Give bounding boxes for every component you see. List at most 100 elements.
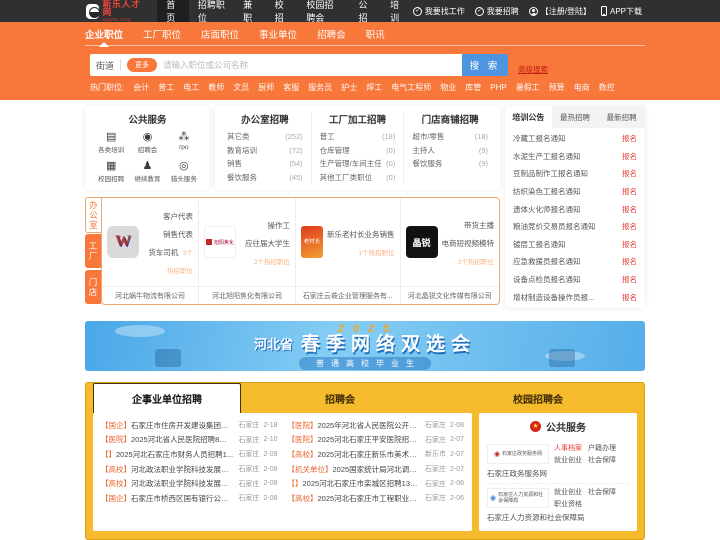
category-link[interactable]: 生产管理/车间主任 (0)	[320, 157, 396, 171]
company-card[interactable]: 老村长 新乐老村长业务销售 1个热招职位 石家庄云莜企业管理服务有...	[295, 198, 400, 304]
spring-fair-banner[interactable]: 2 0 2 5 河北省 春季网络双选会 普通高校毕业生	[85, 321, 645, 371]
nav-jobs[interactable]: 招聘职位	[189, 0, 234, 23]
advanced-search-link[interactable]: 高级搜索	[518, 64, 548, 76]
subnav-store-jobs[interactable]: 店面职位	[201, 22, 239, 46]
category-link[interactable]: 普工 (18)	[320, 130, 396, 144]
showcase-tab-office[interactable]: 办公室	[85, 197, 101, 233]
hot-keyword[interactable]: 会计	[133, 82, 149, 93]
tab-training-notice[interactable]: 培训公告	[505, 106, 552, 128]
tab-enterprise-recruit[interactable]: 企事业单位招聘	[93, 383, 241, 413]
apply-link[interactable]: 报名	[622, 221, 637, 232]
apply-link[interactable]: 报名	[622, 151, 637, 162]
listing-row[interactable]: 【高校】 河北政法职业学院科技发展中心... 石家庄 2-08	[101, 476, 278, 491]
service-education[interactable]: ♟ 继续教育	[129, 160, 165, 183]
nav-parttime[interactable]: 兼职	[234, 0, 266, 23]
service-rpo[interactable]: ⁂ rpo	[166, 131, 202, 154]
listing-row[interactable]: 【机关单位】2025国家统计局河北调查总队公... 石家庄2-07	[288, 462, 465, 477]
tab-campus-fair[interactable]: 校园招聘会	[439, 383, 637, 413]
listing-row[interactable]: 【国企】 石家庄市桥西区国有银行公开招... 石家庄 2-08	[101, 491, 278, 506]
hot-keyword[interactable]: 电气工程师	[391, 82, 431, 93]
apply-link[interactable]: 报名	[622, 274, 637, 285]
site-logo[interactable]: 新乐人才网 xjxxlrc.com	[86, 0, 143, 22]
search-button[interactable]: 搜 索	[462, 54, 508, 76]
hot-keyword[interactable]: 教师	[208, 82, 224, 93]
apply-link[interactable]: 报名	[622, 204, 637, 215]
subnav-company-jobs[interactable]: 企业职位	[85, 22, 123, 46]
apply-link[interactable]: 报名	[622, 292, 637, 303]
hot-keyword[interactable]: 数控	[599, 82, 615, 93]
listing-row[interactable]: 【高校】 河北政法职业学院科技发展中心... 石家庄 2-08	[101, 462, 278, 477]
app-download-link[interactable]: APP下载	[600, 6, 642, 17]
hot-keyword[interactable]: 普工	[158, 82, 174, 93]
gov-tag[interactable]: 职业资格	[554, 499, 582, 509]
hot-keyword[interactable]: 文员	[233, 82, 249, 93]
category-link[interactable]: 销售 (54)	[227, 157, 303, 171]
category-link[interactable]: 超市/零售 (18)	[412, 130, 488, 144]
listing-row[interactable]: 【医院】 2025河北石家庄平安医院招聘36... 石家庄 2-07	[288, 433, 465, 448]
hot-keyword[interactable]: 服务员	[308, 82, 332, 93]
apply-link[interactable]: 报名	[622, 133, 637, 144]
nav-training[interactable]: 培训	[381, 0, 413, 23]
category-link[interactable]: 仓库管理 (0)	[320, 144, 396, 158]
service-training[interactable]: ▤ 各类培训	[93, 131, 129, 154]
hot-keyword[interactable]: PHP	[490, 83, 506, 92]
search-input[interactable]	[163, 60, 456, 70]
hot-keyword[interactable]: 客服	[283, 82, 299, 93]
company-card[interactable]: 旭阳焦化 操作工 应往届大学生 2个热招职位 河北旭阳焦化有限公司	[198, 198, 295, 304]
hot-keyword[interactable]: 护士	[341, 82, 357, 93]
hot-keyword[interactable]: 暑假工	[516, 82, 540, 93]
subnav-job-news[interactable]: 职讯	[366, 22, 385, 46]
nav-home[interactable]: 首页	[157, 0, 189, 23]
listing-row[interactable]: 【】 2025河北石家庄市财务人员招聘1... 石家庄 2-09	[101, 447, 278, 462]
nav-campus[interactable]: 校招	[266, 0, 298, 23]
service-headhunt[interactable]: ◎ 猎头服务	[166, 160, 202, 183]
hot-keyword[interactable]: 厨师	[258, 82, 274, 93]
tab-newest-jobs[interactable]: 最新招聘	[598, 106, 645, 128]
apply-link[interactable]: 报名	[622, 168, 637, 179]
listing-row[interactable]: 【高校】 2025河北石家庄新乐市美术学院... 新乐市 2-07	[288, 447, 465, 462]
hot-keyword[interactable]: 电工	[183, 82, 199, 93]
hot-keyword[interactable]: 库管	[465, 82, 481, 93]
showcase-tab-factory[interactable]: 工厂	[85, 234, 101, 268]
category-link[interactable]: 其它类 (252)	[227, 130, 303, 144]
listing-row[interactable]: 【】 2025河北石家庄市栾城区招聘131... 石家庄 2-06	[288, 476, 465, 491]
apply-link[interactable]: 报名	[622, 256, 637, 267]
region-selector[interactable]: 街道	[96, 59, 114, 72]
gov-site-logo[interactable]: ◉ 石家庄政务服务网	[487, 444, 549, 464]
listing-row[interactable]: 【国企】 石家庄市住房开发建设集团有限... 石家庄 2-18	[101, 418, 278, 433]
listing-row[interactable]: 【医院】 2025河北省人民医院招聘8人公告 石家庄 2-10	[101, 433, 278, 448]
gov-site-logo[interactable]: ◉ 石家庄人力资源和社会保障局	[487, 488, 549, 508]
showcase-tab-store[interactable]: 门店	[85, 270, 101, 304]
gov-tag[interactable]: 户籍办理	[588, 443, 616, 453]
hot-keyword[interactable]: 物业	[440, 82, 456, 93]
apply-link[interactable]: 报名	[622, 239, 637, 250]
category-link[interactable]: 餐饮服务 (9)	[412, 157, 488, 171]
company-card[interactable]: 晶锐 带货主播 电商短视频模特 2个热招职位 河北晶锐文化传媒有限公司	[399, 198, 499, 304]
service-campus[interactable]: ▦ 校园招聘	[93, 160, 129, 183]
category-link[interactable]: 主持人 (9)	[412, 144, 488, 158]
category-link[interactable]: 教育培训 (72)	[227, 144, 303, 158]
company-card[interactable]: W 客户代表 销售代表 货车司机 3个热招职位 河北蜗牛物流有限公司	[102, 198, 198, 304]
category-link[interactable]: 其他工厂类职位 (0)	[320, 171, 396, 185]
hire-link[interactable]: ✓ 我要招聘	[474, 6, 519, 17]
gov-tag[interactable]: 人事档案	[554, 443, 582, 453]
login-register-link[interactable]: 【注册/登陆】	[528, 6, 591, 17]
nav-campus-fair[interactable]: 校园招聘会	[297, 0, 349, 23]
hot-keyword[interactable]: 预算	[549, 82, 565, 93]
gov-tag[interactable]: 社会保障	[588, 455, 616, 465]
find-job-link[interactable]: ✓ 我要找工作	[412, 6, 465, 17]
apply-link[interactable]: 报名	[622, 186, 637, 197]
tab-hottest-jobs[interactable]: 最热招聘	[552, 106, 599, 128]
nav-public-recruit[interactable]: 公招	[349, 0, 381, 23]
subnav-factory-jobs[interactable]: 工厂职位	[143, 22, 181, 46]
category-link[interactable]: 餐饮服务 (45)	[227, 171, 303, 185]
tab-job-fair[interactable]: 招聘会	[241, 383, 439, 413]
more-button[interactable]: 更多	[127, 58, 158, 72]
gov-tag[interactable]: 社会保障	[588, 487, 616, 497]
gov-tag[interactable]: 就业创业	[554, 487, 582, 497]
gov-tag[interactable]: 就业创业	[554, 455, 582, 465]
listing-row[interactable]: 【高校】 2025河北石家庄市工程职业学院... 石家庄 2-06	[288, 491, 465, 506]
service-jobfair[interactable]: ◉ 招聘会	[129, 131, 165, 154]
subnav-institution-jobs[interactable]: 事业单位	[259, 22, 297, 46]
subnav-job-fair[interactable]: 招聘会	[317, 22, 346, 46]
